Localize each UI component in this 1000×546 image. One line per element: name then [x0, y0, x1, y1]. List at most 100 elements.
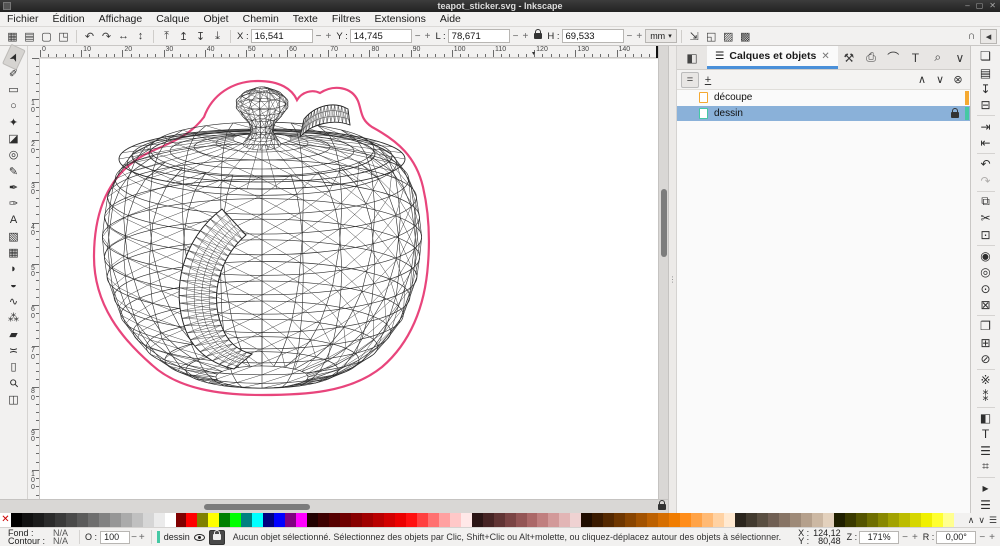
swatch-888800[interactable] [878, 513, 889, 527]
scroll-lock-icon[interactable] [655, 500, 668, 513]
swatch-6e0000[interactable] [340, 513, 351, 527]
rotate-cw-icon[interactable]: ↷ [98, 29, 115, 44]
swatch-9e8a78[interactable] [790, 513, 801, 527]
tab-more-chevron[interactable]: ∨ [949, 46, 971, 69]
fill-stroke-dialog-icon[interactable]: ◧ [975, 410, 997, 426]
snapbar-collapse-button[interactable]: ◂ [980, 29, 997, 44]
swatch-d20000[interactable] [384, 513, 395, 527]
tab-fill-stroke[interactable]: ◧ [677, 46, 707, 69]
swatch-808000[interactable] [197, 513, 208, 527]
height-field-plus-button[interactable]: + [636, 31, 642, 42]
menu-aide[interactable]: Aide [433, 13, 468, 25]
swatch-202000[interactable] [834, 513, 845, 527]
swatch-f0f000[interactable] [921, 513, 932, 527]
horizontal-ruler[interactable]: 0102030405060708090100110120130140150▾ [40, 46, 658, 58]
tab-nodes[interactable]: ⌒ [882, 46, 904, 69]
swatch-111111[interactable] [22, 513, 33, 527]
text-dialog-icon[interactable]: T [975, 426, 997, 442]
move-layer-down-button[interactable]: ∨ [931, 72, 949, 88]
menu-chemin[interactable]: Chemin [236, 13, 286, 25]
spiral-tool[interactable]: ◎ [3, 147, 25, 163]
x-field-minus-button[interactable]: − [316, 31, 322, 42]
raise-icon[interactable]: ↥ [175, 29, 192, 44]
swatch-ffba75[interactable] [702, 513, 713, 527]
flip-vertical-icon[interactable]: ↕ [132, 29, 149, 44]
palette-menu-button[interactable]: ☰ [989, 515, 997, 526]
zoom-center-icon[interactable]: ⊠ [975, 297, 997, 313]
menu-objet[interactable]: Objet [197, 13, 236, 25]
connector-tool[interactable]: ≍ [3, 342, 25, 358]
swatch-ff7070[interactable] [428, 513, 439, 527]
ungroup-icon[interactable]: ⁑ [975, 388, 997, 404]
zoom-plus-button[interactable]: + [912, 532, 918, 543]
swatch-3a3a3a[interactable] [55, 513, 66, 527]
swatch-ab6868[interactable] [527, 513, 538, 527]
swatch-a2a200[interactable] [888, 513, 899, 527]
select-all-icon[interactable]: ▦ [4, 29, 21, 44]
swatch-603434[interactable] [494, 513, 505, 527]
menu-calque[interactable]: Calque [149, 13, 196, 25]
rotation-minus-button[interactable]: − [979, 532, 985, 543]
zoom-minus-button[interactable]: − [902, 532, 908, 543]
menu-filtres[interactable]: Filtres [325, 13, 368, 25]
swatch-efd2d2[interactable] [570, 513, 581, 527]
swatch-705f53[interactable] [768, 513, 779, 527]
duplicate-icon[interactable]: ❐ [975, 318, 997, 334]
swatch-d66e00[interactable] [658, 513, 669, 527]
swatch-ff4040[interactable] [417, 513, 428, 527]
swatch-008080[interactable] [241, 513, 252, 527]
width-field-minus-button[interactable]: − [513, 31, 519, 42]
swatch-00ffff[interactable] [252, 513, 263, 527]
swatch-7a4444[interactable] [505, 513, 516, 527]
tab-layers-objects[interactable]: ☰ Calques et objets ✕ [707, 46, 838, 69]
swatch-935555[interactable] [516, 513, 527, 527]
y-field-minus-button[interactable]: − [415, 31, 421, 42]
select-all-layers-icon[interactable]: ▤ [21, 29, 38, 44]
swatch-6e6e00[interactable] [867, 513, 878, 527]
lower-icon[interactable]: ↧ [192, 29, 209, 44]
vertical-scrollbar[interactable] [658, 46, 668, 499]
rotate-ccw-icon[interactable]: ↶ [81, 29, 98, 44]
swatch-2b1515[interactable] [472, 513, 483, 527]
swatch-3a3a00[interactable] [845, 513, 856, 527]
swatch-c07f7f[interactable] [537, 513, 548, 527]
swatch-200d00[interactable] [581, 513, 592, 527]
bezier-tool[interactable]: ✒ [3, 179, 25, 195]
clone-icon[interactable]: ⊞ [975, 334, 997, 350]
rotation-plus-button[interactable]: + [989, 532, 995, 543]
paste-icon[interactable]: ⊡ [975, 226, 997, 242]
x-field-input[interactable]: 16,541 [251, 29, 313, 43]
mesh-tool[interactable]: ▦ [3, 245, 25, 261]
palette-up-button[interactable]: ∧ [968, 515, 975, 526]
maximize-button[interactable]: ▢ [976, 1, 984, 10]
swatch-2b2b2b[interactable] [44, 513, 55, 527]
swatch-ffff00[interactable] [208, 513, 219, 527]
paint-bucket-tool[interactable]: ◒ [3, 277, 25, 293]
layer-blend-button[interactable]: = [681, 72, 699, 88]
swatch-423a2f[interactable] [746, 513, 757, 527]
height-field-input[interactable]: 69,533 [562, 29, 624, 43]
scale-stroke-icon[interactable]: ⇲ [686, 29, 703, 44]
swatch-542800[interactable] [603, 513, 614, 527]
xml-editor-icon[interactable]: ⌗ [975, 459, 997, 475]
swatch-6e6e6e[interactable] [88, 513, 99, 527]
swatch-4a4a4a[interactable] [66, 513, 77, 527]
swatch-f07c00[interactable] [669, 513, 680, 527]
layer-locked-icon[interactable] [951, 110, 959, 121]
deselect-icon[interactable]: ▢ [38, 29, 55, 44]
swatch-eb0000[interactable] [395, 513, 406, 527]
menu-texte[interactable]: Texte [286, 13, 325, 25]
vertical-ruler[interactable]: 1 02 03 04 05 06 07 08 09 01 0 0 [28, 58, 40, 499]
swatch-d6d6d6[interactable] [143, 513, 154, 527]
swatch-ffa0a0[interactable] [439, 513, 450, 527]
group-icon[interactable]: ※ [975, 372, 997, 388]
swatch-828282[interactable] [99, 513, 110, 527]
scale-gradient-icon[interactable]: ▨ [720, 29, 737, 44]
zoom-input[interactable]: 171% [859, 531, 899, 544]
unlink-clone-icon[interactable]: ⊘ [975, 351, 997, 367]
menu-extensions[interactable]: Extensions [368, 13, 433, 25]
horizontal-scrollbar-thumb[interactable] [204, 504, 310, 510]
swatch-a00000[interactable] [362, 513, 373, 527]
scale-pattern-icon[interactable]: ▩ [737, 29, 754, 44]
pencil-tool[interactable]: ✎ [3, 163, 25, 179]
